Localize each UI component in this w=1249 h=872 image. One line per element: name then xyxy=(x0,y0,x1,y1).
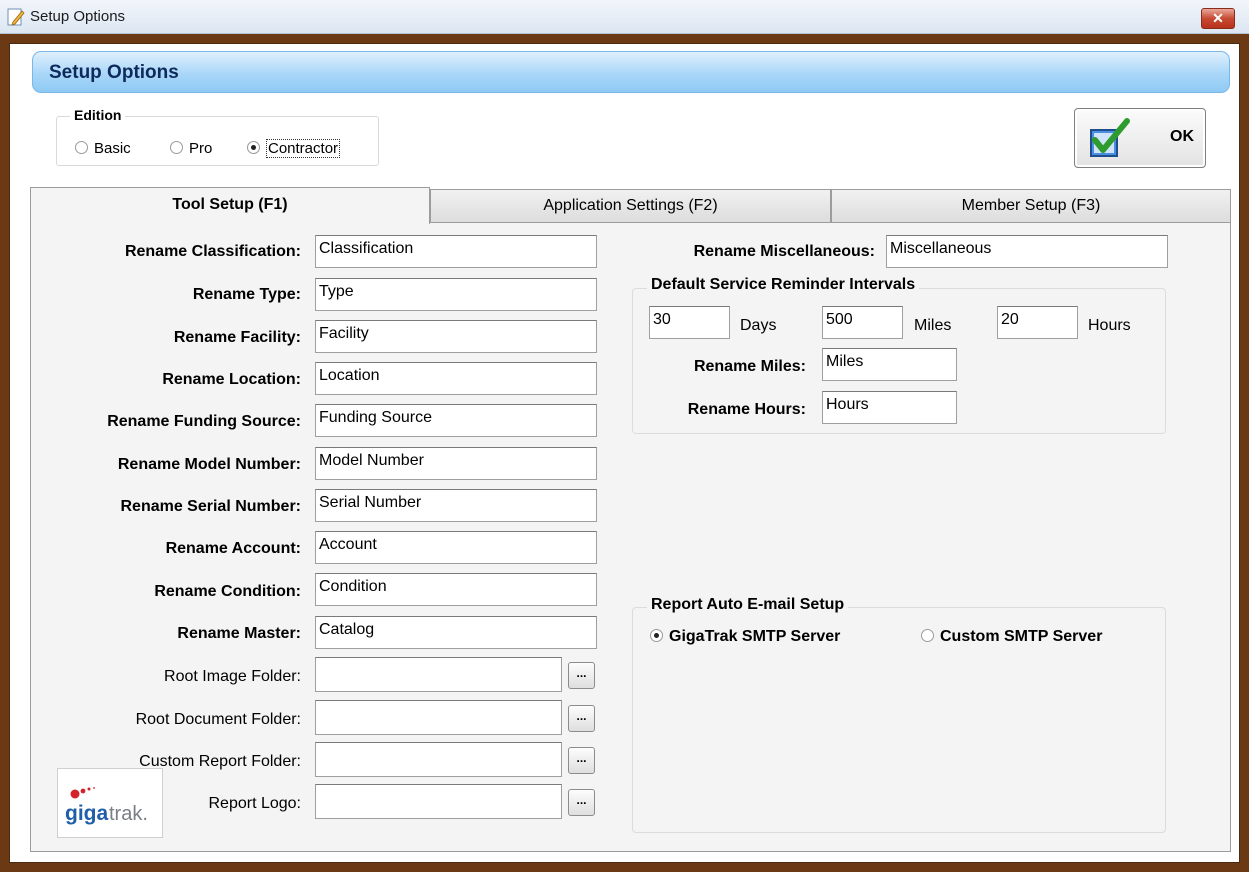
rename-facility-label: Rename Facility: xyxy=(173,329,301,346)
header-title: Setup Options xyxy=(49,62,179,83)
edition-pro-radio[interactable]: Pro xyxy=(170,140,212,158)
report-logo-label: Report Logo: xyxy=(208,795,301,812)
service-intervals-legend: Default Service Reminder Intervals xyxy=(647,276,920,294)
report-logo-preview: giga trak. xyxy=(57,768,163,838)
rename-funding-source-label: Rename Funding Source: xyxy=(107,413,301,430)
hours-unit-label: Hours xyxy=(1088,317,1131,334)
radio-selected-icon xyxy=(247,141,260,154)
edition-basic-radio[interactable]: Basic xyxy=(75,140,131,158)
rename-type-label: Rename Type: xyxy=(192,286,301,303)
root-image-folder-input[interactable] xyxy=(315,657,562,692)
root-document-folder-browse-button[interactable]: ... xyxy=(568,705,595,732)
checkmark-icon xyxy=(1090,118,1130,157)
email-setup-legend: Report Auto E-mail Setup xyxy=(647,596,849,614)
custom-smtp-radio[interactable]: Custom SMTP Server xyxy=(921,628,1102,646)
edition-basic-label: Basic xyxy=(94,140,131,157)
rename-master-input[interactable]: Catalog xyxy=(315,616,597,649)
ok-label: OK xyxy=(1170,128,1194,145)
gigatrak-logo-image: giga trak. xyxy=(65,787,148,825)
radio-icon xyxy=(921,629,934,642)
rename-model-number-label: Rename Model Number: xyxy=(117,456,301,473)
logo-trak-text: trak. xyxy=(109,803,148,825)
setup-options-window: Setup Options ✕ Setup Options Edition Ba… xyxy=(0,0,1249,872)
rename-serial-number-label: Rename Serial Number: xyxy=(120,498,301,515)
rename-serial-number-input[interactable]: Serial Number xyxy=(315,489,597,522)
gigatrak-smtp-radio[interactable]: GigaTrak SMTP Server xyxy=(650,628,840,646)
ok-button[interactable]: OK xyxy=(1074,108,1206,168)
report-logo-input[interactable] xyxy=(315,784,562,819)
custom-report-folder-label: Custom Report Folder: xyxy=(139,753,301,770)
header-banner: Setup Options xyxy=(32,51,1230,93)
root-document-folder-input[interactable] xyxy=(315,700,562,735)
tab-member-setup[interactable]: Member Setup (F3) xyxy=(831,189,1231,223)
rename-classification-label: Rename Classification: xyxy=(124,243,301,260)
dialog-body: Setup Options Edition Basic Pro Contract… xyxy=(9,43,1240,863)
rename-hours-label: Rename Hours: xyxy=(687,401,806,418)
rename-location-input[interactable]: Location xyxy=(315,362,597,395)
tab-application-settings[interactable]: Application Settings (F2) xyxy=(430,189,831,223)
rename-miles-input[interactable]: Miles xyxy=(822,348,957,381)
custom-smtp-label: Custom SMTP Server xyxy=(940,628,1103,645)
radio-icon xyxy=(75,141,88,154)
custom-report-folder-browse-button[interactable]: ... xyxy=(568,747,595,774)
root-document-folder-label: Root Document Folder: xyxy=(135,711,301,728)
days-interval-input[interactable]: 30 xyxy=(649,306,730,339)
miles-unit-label: Miles xyxy=(914,317,952,334)
tab-tool-setup[interactable]: Tool Setup (F1) xyxy=(30,187,430,224)
title-bar[interactable]: Setup Options ✕ xyxy=(0,0,1249,34)
custom-report-folder-input[interactable] xyxy=(315,742,562,777)
hours-interval-input[interactable]: 20 xyxy=(997,306,1078,339)
rename-miscellaneous-label: Rename Miscellaneous: xyxy=(693,243,875,260)
rename-hours-input[interactable]: Hours xyxy=(822,391,957,424)
rename-classification-input[interactable]: Classification xyxy=(315,235,597,268)
rename-model-number-input[interactable]: Model Number xyxy=(315,447,597,480)
rename-type-input[interactable]: Type xyxy=(315,278,597,311)
rename-account-label: Rename Account: xyxy=(165,540,301,557)
rename-facility-input[interactable]: Facility xyxy=(315,320,597,353)
window-title: Setup Options xyxy=(30,8,126,25)
report-logo-browse-button[interactable]: ... xyxy=(568,789,595,816)
edition-pro-label: Pro xyxy=(189,140,213,157)
miles-interval-input[interactable]: 500 xyxy=(822,306,903,339)
rename-condition-label: Rename Condition: xyxy=(154,583,301,600)
rename-miscellaneous-input[interactable]: Miscellaneous xyxy=(886,235,1168,268)
edition-contractor-radio[interactable]: Contractor xyxy=(247,139,341,158)
rename-funding-source-input[interactable]: Funding Source xyxy=(315,404,597,437)
gigatrak-smtp-label: GigaTrak SMTP Server xyxy=(669,628,841,645)
rename-master-label: Rename Master: xyxy=(177,625,301,642)
rename-miles-label: Rename Miles: xyxy=(693,358,806,375)
rename-location-label: Rename Location: xyxy=(162,371,301,388)
close-button[interactable]: ✕ xyxy=(1201,8,1235,29)
radio-icon xyxy=(170,141,183,154)
days-unit-label: Days xyxy=(740,317,777,334)
root-image-folder-browse-button[interactable]: ... xyxy=(568,662,595,689)
logo-giga-text: giga xyxy=(65,802,108,825)
edition-legend: Edition xyxy=(70,107,126,123)
rename-condition-input[interactable]: Condition xyxy=(315,573,597,606)
app-edit-icon xyxy=(7,8,25,26)
edition-contractor-label: Contractor xyxy=(266,139,341,158)
rename-account-input[interactable]: Account xyxy=(315,531,597,564)
root-image-folder-label: Root Image Folder: xyxy=(164,668,301,685)
radio-selected-icon xyxy=(650,629,663,642)
